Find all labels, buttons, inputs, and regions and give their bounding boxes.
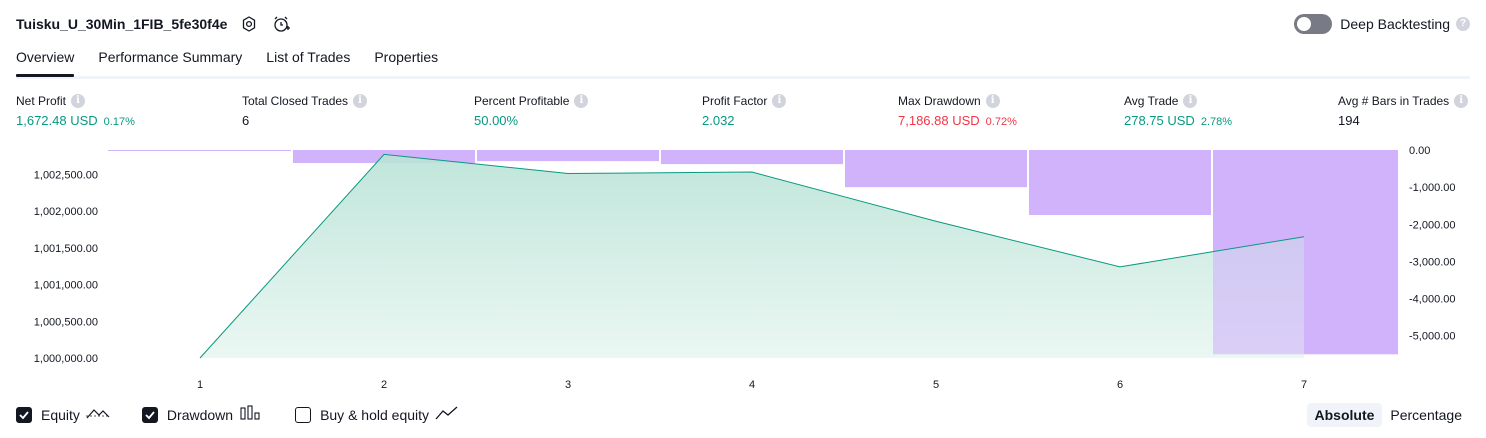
settings-icon[interactable]: [239, 14, 259, 34]
buy-hold-line-icon: [435, 405, 459, 426]
tab-overview[interactable]: Overview: [16, 46, 75, 77]
x-axis-tick: 3: [565, 379, 571, 391]
drawdown-axis-tick: -3,000.00: [1409, 256, 1455, 268]
stat-label: Max Drawdown: [898, 94, 981, 108]
drawdown-axis-tick: -5,000.00: [1409, 331, 1455, 343]
legend-label: Buy & hold equity: [320, 407, 430, 423]
stat-value: 278.75 USD: [1124, 113, 1195, 128]
equity-checkbox[interactable]: [16, 407, 32, 423]
stat-avg-bars-in-trades: Avg # Bars in Trades i 194: [1338, 94, 1469, 128]
x-axis-tick: 2: [381, 379, 387, 391]
x-axis-tick: 1: [197, 379, 203, 391]
drawdown-bar: [108, 150, 291, 151]
equity-axis-tick: 1,002,500.00: [34, 169, 98, 181]
x-axis-tick: 5: [933, 379, 939, 391]
stat-label: Profit Factor: [702, 94, 768, 108]
drawdown-checkbox[interactable]: [141, 407, 158, 423]
equity-line-icon: [85, 405, 110, 426]
stat-value: 194: [1338, 113, 1360, 128]
legend-buy-hold-equity[interactable]: Buy & hold equity: [295, 405, 459, 426]
legend-equity[interactable]: Equity: [16, 405, 110, 426]
stat-net-profit: Net Profit i 1,672.48 USD 0.17%: [16, 94, 135, 128]
tab-performance-summary[interactable]: Performance Summary: [98, 46, 242, 74]
chart-legend-bar: Equity Drawdown Buy & hold equity Absolu…: [16, 403, 1470, 427]
strategy-title: Tuisku_U_30Min_1FIB_5fe30f4e: [16, 16, 228, 32]
drawdown-bars-icon: [239, 404, 263, 426]
info-icon[interactable]: i: [1183, 94, 1198, 108]
equity-axis-tick: 1,002,000.00: [34, 206, 98, 218]
info-icon[interactable]: i: [574, 94, 589, 108]
help-icon[interactable]: ?: [1456, 17, 1470, 31]
stat-avg-trade: Avg Trade i 278.75 USD 2.78%: [1124, 94, 1232, 128]
deep-backtesting-toggle[interactable]: [1294, 14, 1333, 34]
stat-label: Total Closed Trades: [242, 94, 349, 108]
stat-max-drawdown: Max Drawdown i 7,186.88 USD 0.72%: [898, 94, 1017, 128]
equity-axis-tick: 1,000,000.00: [34, 353, 98, 365]
stat-percent-profitable: Percent Profitable i 50.00%: [474, 94, 589, 128]
stat-value: 6: [242, 113, 250, 128]
buy-hold-checkbox[interactable]: [295, 407, 312, 423]
equity-axis-tick: 1,001,500.00: [34, 243, 98, 255]
stat-value: 2.032: [702, 113, 735, 128]
drawdown-axis-tick: 0.00: [1409, 145, 1430, 157]
stat-value: 1,672.48 USD: [16, 113, 98, 128]
stats-row: Net Profit i 1,672.48 USD 0.17% Total Clos…: [16, 94, 1470, 134]
tab-list-of-trades[interactable]: List of Trades: [266, 46, 350, 74]
info-icon[interactable]: i: [985, 94, 1000, 108]
drawdown-axis-tick: -2,000.00: [1409, 219, 1455, 231]
info-icon[interactable]: i: [772, 94, 787, 108]
info-icon[interactable]: i: [71, 94, 86, 108]
legend-label: Equity: [41, 407, 80, 423]
drawdown-bar: [1029, 150, 1211, 215]
stat-label: Percent Profitable: [474, 94, 570, 108]
info-icon[interactable]: i: [353, 94, 368, 108]
strategy-header: Tuisku_U_30Min_1FIB_5fe30f4e Deep Backte…: [16, 12, 1470, 36]
deep-backtesting-control: Deep Backtesting ?: [1294, 14, 1470, 34]
drawdown-bar: [661, 150, 843, 165]
drawdown-bar-overlay: [1213, 150, 1304, 355]
equity-axis-tick: 1,001,000.00: [34, 280, 98, 292]
stat-label: Avg # Bars in Trades: [1338, 94, 1450, 108]
stat-value: 7,186.88 USD: [898, 113, 980, 128]
stat-value: 50.00%: [474, 113, 519, 128]
percentage-button[interactable]: Percentage: [1382, 403, 1470, 427]
equity-drawdown-chart[interactable]: 1,000,000.00 1,000,500.00 1,001,000.00 1,00…: [0, 140, 1486, 396]
stat-profit-factor: Profit Factor i 2.032: [702, 94, 787, 128]
deep-backtesting-label: Deep Backtesting: [1340, 16, 1450, 32]
absolute-button[interactable]: Absolute: [1306, 403, 1383, 427]
stat-label: Avg Trade: [1124, 94, 1179, 108]
legend-drawdown[interactable]: Drawdown: [141, 404, 263, 426]
display-mode-group: Absolute Percentage: [1306, 403, 1471, 427]
toggle-knob: [1297, 17, 1312, 31]
equity-axis-tick: 1,000,500.00: [34, 316, 98, 328]
x-axis-tick: 6: [1117, 379, 1123, 391]
drawdown-bar: [477, 150, 659, 162]
stat-percent: 2.78%: [1200, 116, 1233, 128]
stat-percent: 0.72%: [985, 116, 1017, 128]
stat-label: Net Profit: [16, 94, 67, 108]
x-axis-tick: 7: [1301, 379, 1307, 391]
x-axis-tick: 4: [749, 379, 755, 391]
legend-label: Drawdown: [166, 407, 234, 423]
info-icon[interactable]: i: [1454, 94, 1469, 108]
tab-properties[interactable]: Properties: [374, 46, 438, 74]
report-tabs: Overview Performance Summary List of Tra…: [16, 46, 1470, 79]
drawdown-axis-tick: -1,000.00: [1409, 182, 1455, 194]
stat-percent: 0.17%: [103, 116, 135, 128]
stat-total-closed-trades: Total Closed Trades i 6: [242, 94, 368, 128]
drawdown-axis-tick: -4,000.00: [1409, 294, 1455, 306]
drawdown-bar: [845, 150, 1027, 188]
add-alert-icon[interactable]: [271, 14, 291, 34]
